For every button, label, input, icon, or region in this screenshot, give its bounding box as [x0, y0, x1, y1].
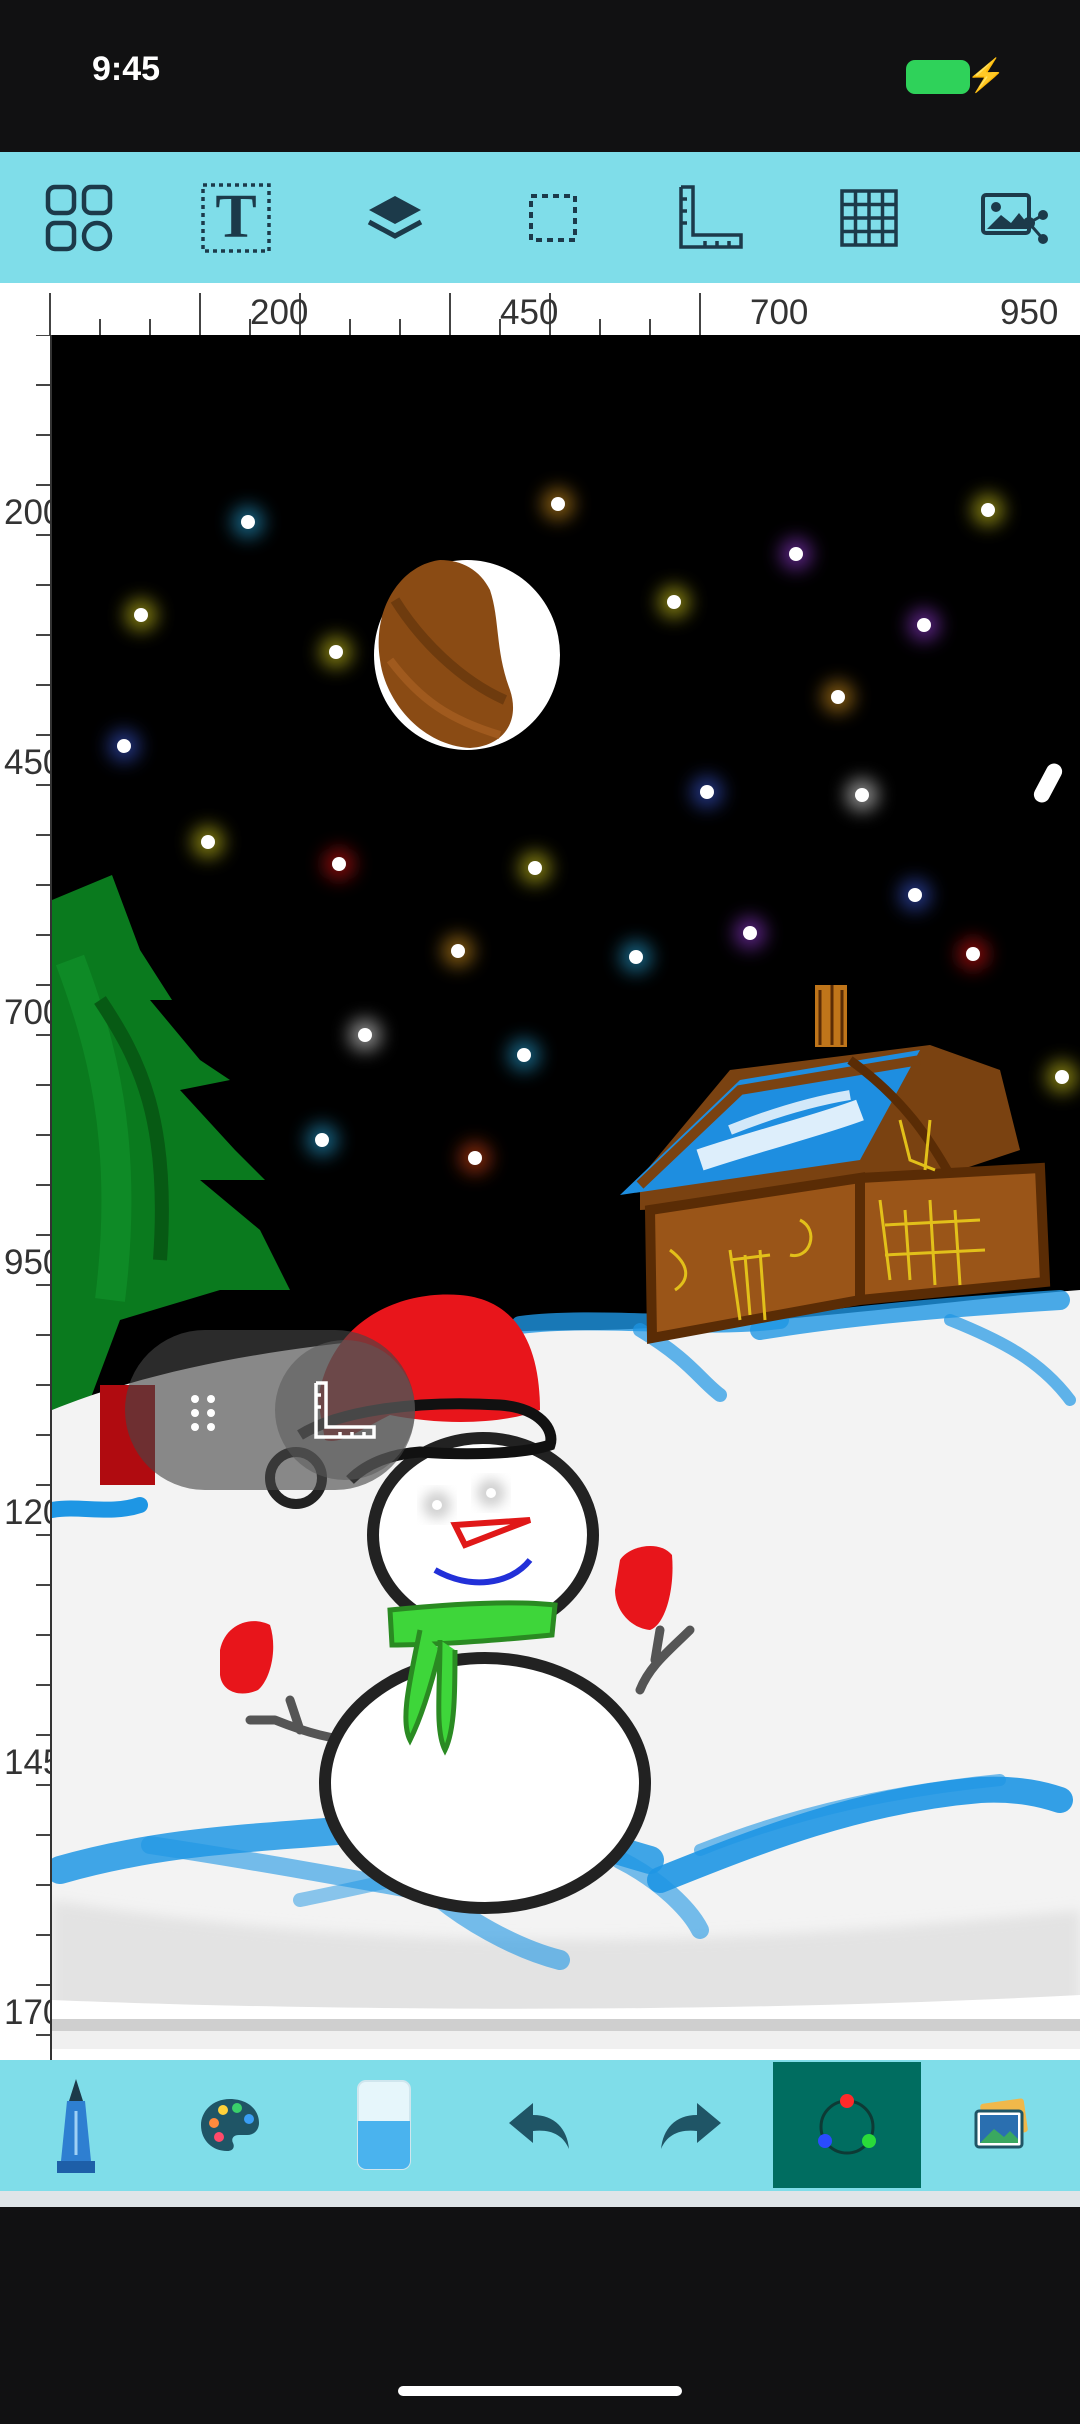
ruler-icon [679, 185, 743, 249]
vertical-ruler-ticks [36, 335, 50, 2036]
palette-button[interactable] [156, 2062, 304, 2188]
ruler-h-label: 450 [500, 293, 559, 332]
star [629, 950, 643, 964]
status-time: 9:45 [92, 50, 161, 88]
status-bar: 9:45 ⚡ [0, 0, 1080, 152]
star [700, 785, 714, 799]
ruler-button[interactable] [668, 176, 752, 260]
star [917, 618, 931, 632]
star [241, 515, 255, 529]
star [551, 497, 565, 511]
star [743, 926, 757, 940]
vertical-ruler: 200 450 700 950 1200 1450 1700 [0, 335, 82, 2060]
star [332, 857, 346, 871]
star [329, 645, 343, 659]
star [528, 861, 542, 875]
star [517, 1048, 531, 1062]
undo-icon [509, 2103, 569, 2149]
moon [374, 560, 560, 750]
grid-button[interactable] [827, 176, 911, 260]
marker-icon [57, 2079, 95, 2173]
ruler-h-label: 950 [1000, 293, 1059, 332]
battery-icon [906, 60, 970, 94]
gallery-button[interactable] [37, 176, 121, 260]
star [789, 547, 803, 561]
text-T-label: T [215, 183, 257, 251]
top-toolbar: T [0, 152, 1080, 283]
horizontal-ruler: 200 450 700 950 [0, 283, 1080, 337]
image-share-icon [981, 193, 1048, 244]
undo-button[interactable] [464, 2062, 612, 2188]
bottom-divider [0, 2191, 1080, 2207]
star [667, 595, 681, 609]
dashed-select-icon [529, 194, 577, 242]
star [981, 503, 995, 517]
charging-bolt-icon: ⚡ [966, 57, 1006, 93]
eraser-icon [357, 2080, 411, 2170]
select-button[interactable] [511, 176, 595, 260]
star [117, 739, 131, 753]
star [855, 788, 869, 802]
star [1055, 1070, 1069, 1084]
ruler-h-label: 700 [750, 293, 809, 332]
star [201, 835, 215, 849]
star [966, 947, 980, 961]
star [358, 1028, 372, 1042]
star [451, 944, 465, 958]
drag-handle-icon[interactable] [178, 1383, 228, 1443]
grid-2x2-icon [45, 184, 113, 252]
layers-icon [367, 196, 423, 239]
drawing-canvas[interactable] [52, 335, 1080, 2060]
share-image-button[interactable] [972, 176, 1056, 260]
star [468, 1151, 482, 1165]
ruler-icon [314, 1381, 376, 1439]
star [315, 1133, 329, 1147]
redo-button[interactable] [618, 2062, 766, 2188]
ruler-h-label: 200 [250, 293, 309, 332]
star [908, 888, 922, 902]
redo-icon [661, 2103, 721, 2149]
eraser-button[interactable] [310, 2062, 458, 2188]
bottom-toolbar [0, 2060, 1080, 2191]
floating-ruler-button[interactable] [275, 1340, 415, 1480]
color-wheel-icon [818, 2094, 876, 2155]
symmetry-button[interactable] [773, 2062, 921, 2188]
home-indicator[interactable] [398, 2386, 682, 2396]
brush-button[interactable] [2, 2062, 150, 2188]
palette-icon [201, 2099, 259, 2151]
text-button[interactable]: T [194, 176, 278, 260]
image-button[interactable] [928, 2062, 1076, 2188]
grid-icon [840, 189, 898, 247]
layers-button[interactable] [353, 176, 437, 260]
star [134, 608, 148, 622]
photo-icon [974, 2098, 1028, 2149]
star [831, 690, 845, 704]
text-T-icon: T [200, 182, 272, 254]
